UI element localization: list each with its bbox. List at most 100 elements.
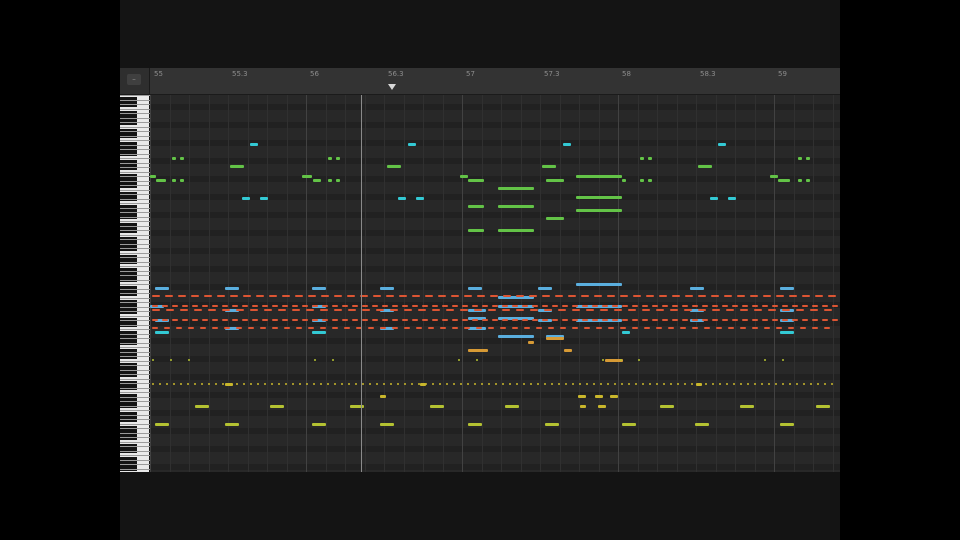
midi-note-red[interactable] <box>212 319 218 321</box>
midi-note-red[interactable] <box>740 327 746 329</box>
midi-note-red[interactable] <box>772 305 778 307</box>
midi-note-red[interactable] <box>476 327 482 329</box>
midi-note-yellow[interactable] <box>516 383 518 385</box>
midi-note-red[interactable] <box>524 327 530 329</box>
midi-note-green[interactable] <box>387 165 401 168</box>
midi-note-green[interactable] <box>542 165 556 168</box>
midi-note-red[interactable] <box>412 305 418 307</box>
midi-note-red[interactable] <box>581 295 589 297</box>
midi-note-red[interactable] <box>632 319 638 321</box>
midi-note-red[interactable] <box>292 319 298 321</box>
midi-note-green[interactable] <box>546 217 564 220</box>
midi-note-red[interactable] <box>512 319 518 321</box>
midi-note-red[interactable] <box>262 305 268 307</box>
midi-note-red[interactable] <box>828 295 836 297</box>
midi-note-yellow[interactable] <box>551 383 553 385</box>
midi-note-red[interactable] <box>582 305 588 307</box>
midi-note-yellow[interactable] <box>712 383 714 385</box>
midi-note-lime[interactable] <box>545 423 559 426</box>
midi-note-red[interactable] <box>622 319 628 321</box>
midi-note-red[interactable] <box>682 319 688 321</box>
midi-note-red[interactable] <box>628 309 636 311</box>
midi-note-red[interactable] <box>162 319 168 321</box>
midi-note-red[interactable] <box>252 305 258 307</box>
timeline-ruler[interactable]: 55 55.3 56 56.3 57 57.3 58 58.3 59 <box>150 68 840 95</box>
midi-note-red[interactable] <box>796 309 804 311</box>
midi-note-red[interactable] <box>334 295 342 297</box>
midi-note-yellow[interactable] <box>187 383 189 385</box>
midi-note-yellow[interactable] <box>831 383 833 385</box>
midi-note-yellow[interactable] <box>593 383 595 385</box>
midi-note-yellow[interactable] <box>670 383 672 385</box>
midi-note-red[interactable] <box>344 327 350 329</box>
midi-note-yellow[interactable] <box>390 383 392 385</box>
midi-note-red[interactable] <box>711 295 719 297</box>
midi-note-green[interactable] <box>576 196 622 199</box>
midi-note-blue[interactable] <box>780 287 794 290</box>
midi-note-red[interactable] <box>572 309 580 311</box>
midi-note-red[interactable] <box>614 309 622 311</box>
midi-note-yellow[interactable] <box>201 383 203 385</box>
midi-note-yellow[interactable] <box>558 383 560 385</box>
midi-note-red[interactable] <box>202 305 208 307</box>
midi-note-red[interactable] <box>692 305 698 307</box>
midi-note-red[interactable] <box>789 295 797 297</box>
midi-note-red[interactable] <box>672 295 680 297</box>
midi-note-yellow[interactable] <box>159 383 161 385</box>
midi-note-red[interactable] <box>392 319 398 321</box>
midi-note-red[interactable] <box>763 295 771 297</box>
midi-note-red[interactable] <box>659 295 667 297</box>
midi-note-yellow[interactable] <box>460 383 462 385</box>
midi-note-red[interactable] <box>368 327 374 329</box>
midi-note-yellow[interactable] <box>768 383 770 385</box>
midi-note-red[interactable] <box>737 295 745 297</box>
midi-note-red[interactable] <box>452 319 458 321</box>
midi-note-red[interactable] <box>530 309 538 311</box>
midi-note-yellow[interactable] <box>467 383 469 385</box>
midi-note-yellow[interactable] <box>719 383 721 385</box>
midi-note-blue[interactable] <box>576 283 622 286</box>
playhead-marker-icon[interactable] <box>388 84 396 90</box>
midi-note-red[interactable] <box>176 327 182 329</box>
midi-note-red[interactable] <box>162 305 168 307</box>
midi-note-red[interactable] <box>620 327 626 329</box>
midi-note-red[interactable] <box>668 327 674 329</box>
midi-note-red[interactable] <box>490 295 498 297</box>
midi-note-red[interactable] <box>376 309 384 311</box>
midi-note-red[interactable] <box>772 319 778 321</box>
midi-note-red[interactable] <box>165 295 173 297</box>
midi-note-yellow[interactable] <box>222 383 224 385</box>
midi-note-red[interactable] <box>432 309 440 311</box>
midi-note-yellow[interactable] <box>598 405 606 408</box>
midi-note-yellow[interactable] <box>595 395 603 398</box>
midi-note-yellow[interactable] <box>754 383 756 385</box>
midi-note-red[interactable] <box>572 327 578 329</box>
midi-note-red[interactable] <box>464 327 470 329</box>
midi-note-red[interactable] <box>548 327 554 329</box>
midi-note-red[interactable] <box>442 305 448 307</box>
midi-note-red[interactable] <box>284 327 290 329</box>
midi-note-red[interactable] <box>243 295 251 297</box>
midi-note-red[interactable] <box>562 305 568 307</box>
midi-note-green[interactable] <box>546 179 564 182</box>
midi-note-lime[interactable] <box>782 359 784 361</box>
midi-note-red[interactable] <box>724 295 732 297</box>
midi-note-red[interactable] <box>282 295 290 297</box>
midi-note-yellow[interactable] <box>306 383 308 385</box>
midi-note-red[interactable] <box>416 327 422 329</box>
midi-note-red[interactable] <box>612 305 618 307</box>
midi-note-red[interactable] <box>740 309 748 311</box>
midi-note-red[interactable] <box>726 309 734 311</box>
midi-note-red[interactable] <box>586 309 594 311</box>
midi-note-green[interactable] <box>648 179 652 182</box>
midi-note-red[interactable] <box>822 305 828 307</box>
midi-note-red[interactable] <box>680 327 686 329</box>
midi-note-blue[interactable] <box>225 287 239 290</box>
midi-note-yellow[interactable] <box>292 383 294 385</box>
midi-note-red[interactable] <box>166 309 174 311</box>
midi-note-green[interactable] <box>460 175 468 178</box>
midi-note-red[interactable] <box>802 305 808 307</box>
midi-note-green[interactable] <box>770 175 778 178</box>
midi-note-yellow[interactable] <box>610 395 618 398</box>
midi-note-lime[interactable] <box>622 423 636 426</box>
